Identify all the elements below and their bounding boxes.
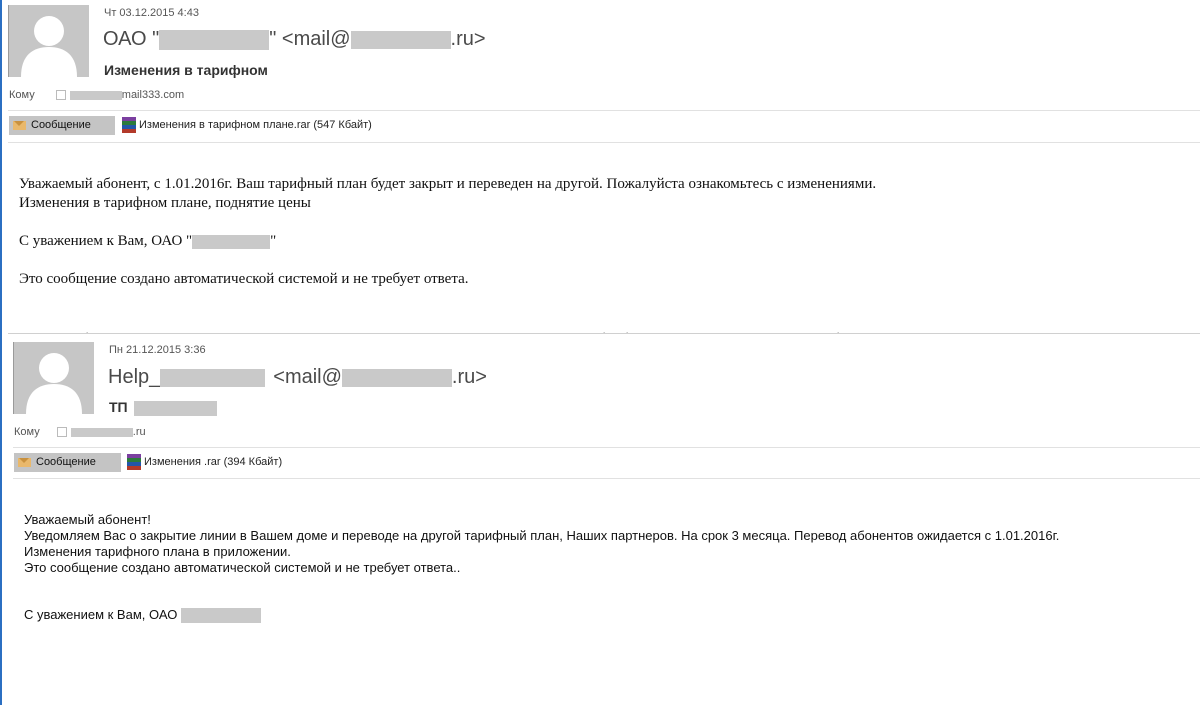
winrar-archive-icon	[127, 454, 141, 471]
recipient-address[interactable]: .ru	[133, 426, 146, 438]
sender-avatar	[13, 342, 94, 414]
to-label: Кому	[9, 89, 35, 101]
recipient-checkbox[interactable]	[55, 90, 66, 101]
person-silhouette-icon	[21, 16, 77, 77]
message-tab-label: Сообщение	[31, 119, 91, 131]
redacted-block	[159, 29, 270, 50]
to-label: Кому	[14, 426, 40, 438]
email-date: Пн 21.12.2015 3:36	[109, 344, 206, 356]
divider	[8, 110, 1200, 111]
window-left-border	[0, 0, 2, 705]
attachment-name: Изменения в тарифном плане.rar (547 Кбай…	[139, 119, 372, 131]
signature: С уважением к Вам, ОАО	[24, 607, 262, 624]
redacted-block	[350, 30, 451, 49]
body-paragraph: Изменения тарифного плана в приложении.	[24, 544, 291, 559]
subject-text: ТП	[109, 399, 128, 415]
signature-prefix: С уважением к Вам, ОАО "	[19, 233, 193, 249]
attachment-item[interactable]: Изменения .rar (394 Кбайт)	[127, 453, 282, 472]
sender-address: ОАО " " <mail@ .ru>	[103, 28, 486, 51]
redacted-block	[133, 400, 217, 416]
auto-note: Это сообщение создано автоматической сис…	[19, 271, 469, 287]
redacted-block	[181, 608, 262, 624]
recipient-checkbox[interactable]	[56, 427, 67, 438]
signature-suffix: "	[270, 233, 277, 249]
envelope-icon	[13, 120, 26, 130]
sender-avatar	[8, 5, 89, 77]
signature-text: С уважением к Вам, ОАО	[24, 607, 178, 622]
attachment-item[interactable]: Изменения в тарифном плане.rar (547 Кбай…	[122, 116, 372, 135]
sender-address: Help_ <mail@ .ru>	[108, 366, 487, 389]
recipient-row: Кому .ru	[14, 426, 146, 438]
sender-mid: " <mail@	[269, 28, 351, 50]
auto-note: Это сообщение создано автоматической сис…	[24, 560, 461, 575]
body-paragraph: Изменения в тарифном плане, поднятие цен…	[19, 195, 311, 211]
redacted-block	[69, 90, 122, 100]
recipient-address[interactable]: mail333.com	[122, 89, 184, 101]
sender-name-prefix: Help_	[108, 366, 161, 388]
message-tab-label: Сообщение	[36, 456, 96, 468]
message-tab[interactable]: Сообщение	[9, 116, 115, 135]
divider	[13, 478, 1200, 479]
recipient-row: Кому mail333.com	[9, 89, 184, 101]
sender-suffix: .ru>	[451, 366, 487, 388]
sender-name-prefix: ОАО "	[103, 28, 160, 50]
message-tab[interactable]: Сообщение	[14, 453, 121, 472]
redacted-block	[192, 234, 271, 249]
redacted-block	[160, 368, 266, 387]
person-silhouette-icon	[26, 353, 82, 414]
divider	[13, 447, 1200, 448]
email-date: Чт 03.12.2015 4:43	[104, 7, 199, 19]
body-paragraph: Уважаемый абонент, с 1.01.2016г. Ваш тар…	[19, 176, 877, 192]
sender-suffix: .ru>	[450, 28, 486, 50]
email-subject: ТП	[109, 399, 217, 416]
body-paragraph: Уважаемый абонент!	[24, 512, 151, 527]
redacted-block	[341, 368, 452, 387]
envelope-icon	[18, 457, 31, 467]
email-separator	[8, 333, 1200, 334]
attachment-name: Изменения .rar (394 Кбайт)	[144, 456, 283, 468]
signature: С уважением к Вам, ОАО " "	[19, 232, 276, 251]
sender-mid: <mail@	[273, 366, 342, 388]
body-paragraph: Уведомляем Вас о закрытие линии в Вашем …	[24, 528, 1060, 543]
winrar-archive-icon	[122, 117, 136, 134]
divider	[8, 142, 1200, 143]
redacted-block	[70, 427, 133, 437]
email-subject: Изменения в тарифном	[104, 62, 268, 78]
